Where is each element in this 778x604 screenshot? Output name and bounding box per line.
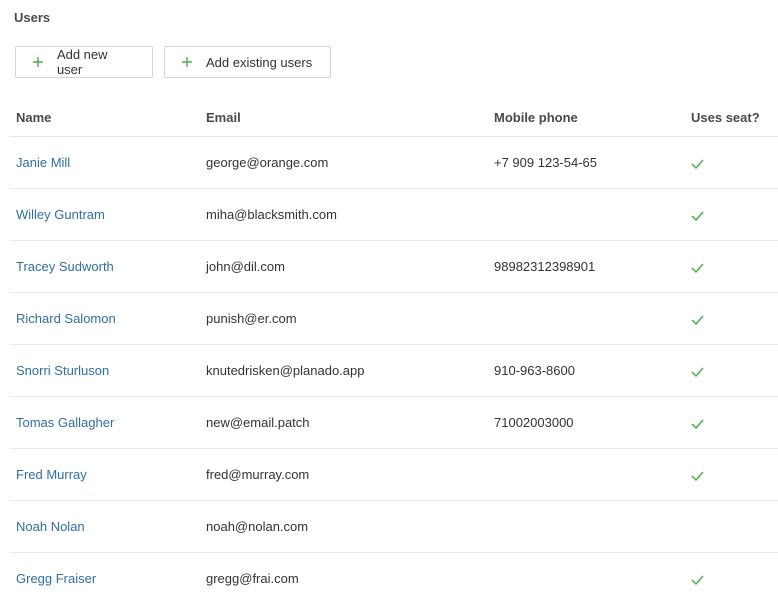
user-phone-cell: 910-963-8600	[488, 345, 685, 397]
column-header-email: Email	[200, 98, 488, 137]
user-email-cell: gregg@frai.com	[200, 553, 488, 604]
user-email-cell: knutedrisken@planado.app	[200, 345, 488, 397]
user-email-cell: john@dil.com	[200, 241, 488, 293]
checkmark-icon	[691, 575, 704, 585]
table-row: Willey Guntram miha@blacksmith.com	[10, 189, 778, 241]
user-name-link[interactable]: Janie Mill	[16, 155, 70, 170]
checkmark-icon	[691, 211, 704, 221]
toolbar: Add new user Add existing users	[15, 46, 331, 78]
user-name-link[interactable]: Noah Nolan	[16, 519, 85, 534]
checkmark-icon	[691, 367, 704, 377]
user-email-cell: miha@blacksmith.com	[200, 189, 488, 241]
table-row: Gregg Fraiser gregg@frai.com	[10, 553, 778, 604]
table-row: Noah Nolan noah@nolan.com	[10, 501, 778, 553]
add-new-user-label: Add new user	[57, 47, 136, 77]
user-name-cell: Snorri Sturluson	[10, 345, 200, 397]
uses-seat-cell	[685, 553, 778, 604]
add-new-user-button[interactable]: Add new user	[15, 46, 153, 78]
uses-seat-cell	[685, 137, 778, 189]
users-table: Name Email Mobile phone Uses seat? Janie…	[10, 98, 778, 604]
user-name-link[interactable]: Tomas Gallagher	[16, 415, 114, 430]
user-name-cell: Willey Guntram	[10, 189, 200, 241]
checkmark-icon	[691, 159, 704, 169]
checkmark-icon	[691, 419, 704, 429]
checkmark-icon	[691, 315, 704, 325]
table-row: Snorri Sturluson knutedrisken@planado.app…	[10, 345, 778, 397]
user-name-link[interactable]: Willey Guntram	[16, 207, 105, 222]
user-email-cell: new@email.patch	[200, 397, 488, 449]
table-header-row: Name Email Mobile phone Uses seat?	[10, 98, 778, 137]
plus-icon	[32, 56, 44, 68]
user-name-link[interactable]: Richard Salomon	[16, 311, 116, 326]
column-header-name: Name	[10, 98, 200, 137]
uses-seat-cell	[685, 501, 778, 553]
uses-seat-cell	[685, 241, 778, 293]
user-phone-cell	[488, 293, 685, 345]
column-header-uses-seat: Uses seat?	[685, 98, 778, 137]
uses-seat-cell	[685, 293, 778, 345]
uses-seat-cell	[685, 449, 778, 501]
user-name-link[interactable]: Snorri Sturluson	[16, 363, 109, 378]
table-row: Richard Salomon punish@er.com	[10, 293, 778, 345]
uses-seat-cell	[685, 345, 778, 397]
user-name-cell: Noah Nolan	[10, 501, 200, 553]
user-name-cell: Janie Mill	[10, 137, 200, 189]
user-name-cell: Richard Salomon	[10, 293, 200, 345]
user-phone-cell	[488, 553, 685, 604]
user-name-cell: Tracey Sudworth	[10, 241, 200, 293]
user-phone-cell	[488, 501, 685, 553]
checkmark-icon	[691, 263, 704, 273]
user-email-cell: george@orange.com	[200, 137, 488, 189]
user-name-link[interactable]: Gregg Fraiser	[16, 571, 96, 586]
checkmark-icon	[691, 471, 704, 481]
section-title: Users	[14, 10, 50, 25]
add-existing-users-button[interactable]: Add existing users	[164, 46, 331, 78]
uses-seat-cell	[685, 397, 778, 449]
table-row: Fred Murray fred@murray.com	[10, 449, 778, 501]
user-name-cell: Gregg Fraiser	[10, 553, 200, 604]
user-email-cell: punish@er.com	[200, 293, 488, 345]
table-row: Janie Mill george@orange.com+7 909 123-54…	[10, 137, 778, 189]
user-phone-cell: 71002003000	[488, 397, 685, 449]
add-existing-users-label: Add existing users	[206, 55, 312, 70]
user-phone-cell: +7 909 123-54-65	[488, 137, 685, 189]
user-name-cell: Fred Murray	[10, 449, 200, 501]
table-row: Tracey Sudworth john@dil.com9898231239890…	[10, 241, 778, 293]
table-row: Tomas Gallagher new@email.patch7100200300…	[10, 397, 778, 449]
uses-seat-cell	[685, 189, 778, 241]
user-phone-cell	[488, 189, 685, 241]
user-phone-cell	[488, 449, 685, 501]
user-name-cell: Tomas Gallagher	[10, 397, 200, 449]
user-email-cell: fred@murray.com	[200, 449, 488, 501]
user-email-cell: noah@nolan.com	[200, 501, 488, 553]
user-name-link[interactable]: Tracey Sudworth	[16, 259, 114, 274]
user-name-link[interactable]: Fred Murray	[16, 467, 87, 482]
column-header-mobile-phone: Mobile phone	[488, 98, 685, 137]
user-phone-cell: 98982312398901	[488, 241, 685, 293]
plus-icon	[181, 56, 193, 68]
